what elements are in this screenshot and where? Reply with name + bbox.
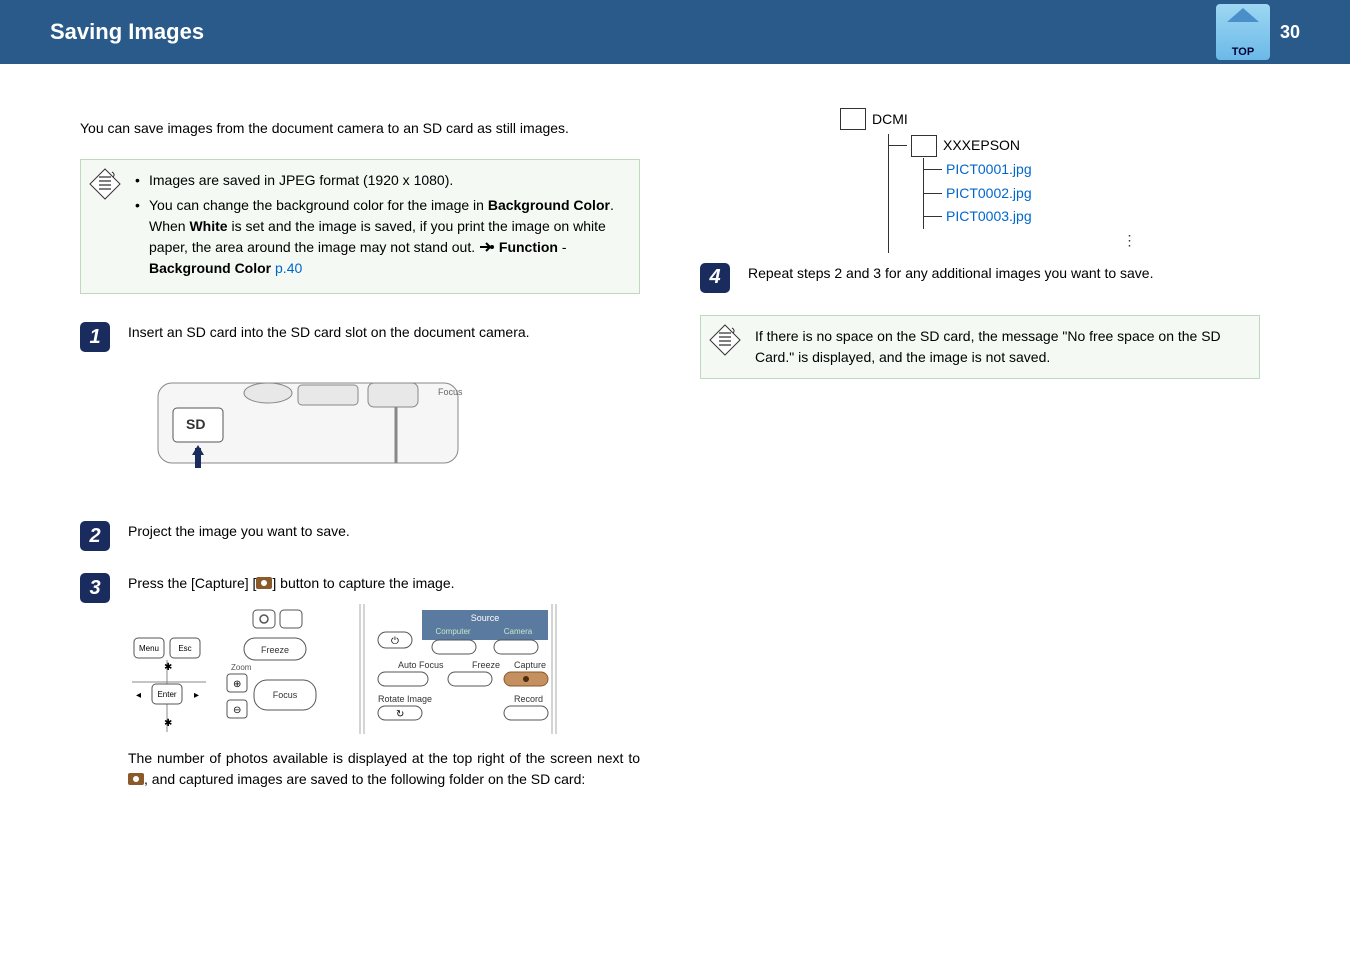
content: You can save images from the document ca… [0,64,1350,866]
svg-text:✱: ✱ [164,662,172,673]
freeze-label-r: Freeze [472,660,500,670]
note1-b1-text: Images are saved in JPEG format (1920 x … [149,172,453,188]
source-label: Source [471,613,500,623]
autofocus-label: Auto Focus [398,660,444,670]
step-1-body: Insert an SD card into the SD card slot … [128,322,640,499]
s3-tb: ] button to capture the image. [272,575,454,591]
step-1: 1 Insert an SD card into the SD card slo… [80,322,640,499]
camera-label: Camera [504,627,533,636]
step-4-text: Repeat steps 2 and 3 for any additional … [748,263,1260,284]
note1-bullet2: You can change the background color for … [135,195,625,279]
step-3-text: Press the [Capture] [ ] button to capture… [128,573,640,594]
capture-icon-2 [128,773,144,785]
capture-icon [256,577,272,589]
folder-icon [840,108,866,130]
control-panels: Freeze Zoom ⊕ ⊖ Focus Menu Esc [128,604,640,734]
menu-label: Menu [139,644,159,653]
n1-b2-g: - [558,239,567,255]
step-4-num: 4 [700,263,730,293]
file-3[interactable]: PICT0003.jpg [924,205,1260,229]
left-column: You can save images from the document ca… [80,104,640,826]
computer-label: Computer [435,627,470,636]
svg-text:✱: ✱ [164,718,172,729]
step-2-num: 2 [80,521,110,551]
svg-text:SD: SD [186,416,205,432]
folder-ellipsis: ⋮ [1001,229,1260,253]
step-2-body: Project the image you want to save. [128,521,640,551]
zoom-label: Zoom [231,663,252,672]
step-3-body: Press the [Capture] [ ] button to capture… [128,573,640,804]
step-3: 3 Press the [Capture] [ ] button to captu… [80,573,640,804]
n1-b2-a: You can change the background color for … [149,197,488,213]
note-icon [89,168,121,200]
top-label: TOP [1232,46,1254,58]
note-box-tips: Images are saved in JPEG format (1920 x … [80,159,640,294]
s3-ab: , and captured images are saved to the f… [144,771,585,787]
focus-label: Focus [273,690,298,700]
step-4: 4 Repeat steps 2 and 3 for any additiona… [700,263,1260,293]
step-3-num: 3 [80,573,110,603]
camera-illustration: SD Focus [128,353,640,499]
right-column: DCMI XXXEPSON PICT0001.jpg PICT0002.jpg … [700,104,1260,826]
n1-b2-f: Function [499,239,558,255]
s3-ta: Press the [Capture] [ [128,575,256,591]
intro-text: You can save images from the document ca… [80,118,640,139]
note1-bullet1: Images are saved in JPEG format (1920 x … [135,170,625,191]
control-panel-left: Freeze Zoom ⊕ ⊖ Focus Menu Esc [128,604,328,734]
header-bar: Saving Images TOP 30 [0,0,1350,64]
s3-aa: The number of photos available is displa… [128,750,640,766]
capture-label: Capture [514,660,546,670]
page-title: Saving Images [50,19,204,45]
folder-sub: XXXEPSON PICT0001.jpg PICT0002.jpg PICT0… [889,134,1260,253]
svg-text:⏻: ⏻ [391,636,399,647]
note-box-warning: If there is no space on the SD card, the… [700,315,1260,379]
folder-icon [911,135,937,157]
n1-b2-d: White [189,218,227,234]
n1-b2-h: Background Color [149,260,271,276]
n1-b2-b: Background Color [488,197,610,213]
svg-text:◂: ◂ [136,690,141,701]
step-3-after: The number of photos available is displa… [128,748,640,790]
enter-label: Enter [157,690,176,699]
note-icon [709,324,741,356]
top-home-icon[interactable]: TOP [1216,4,1270,60]
step-1-text: Insert an SD card into the SD card slot … [128,322,640,343]
step-2: 2 Project the image you want to save. [80,521,640,551]
svg-text:▸: ▸ [194,690,199,701]
freeze-label: Freeze [261,645,289,655]
file-1[interactable]: PICT0001.jpg [924,158,1260,182]
svg-text:⊕: ⊕ [233,679,241,690]
step-4-body: Repeat steps 2 and 3 for any additional … [748,263,1260,293]
control-panel-right: Source Computer Camera ⏻ Auto Focus Free… [358,604,558,734]
folder-root-label: DCMI [872,111,908,127]
svg-text:⊖: ⊖ [233,705,241,716]
file-2[interactable]: PICT0002.jpg [924,182,1260,206]
header-right: TOP 30 [1216,4,1300,60]
step-1-num: 1 [80,322,110,352]
step-2-text: Project the image you want to save. [128,521,640,542]
folder-root: DCMI [840,108,1260,130]
svg-text:↻: ↻ [396,709,404,720]
page-ref-link[interactable]: p.40 [275,260,302,276]
folder-diagram: DCMI XXXEPSON PICT0001.jpg PICT0002.jpg … [700,108,1260,253]
rotate-label: Rotate Image [378,694,432,704]
esc-label: Esc [178,644,191,653]
svg-text:Focus: Focus [438,387,463,397]
pointer-icon [479,239,495,253]
record-label: Record [514,694,543,704]
note2-text: If there is no space on the SD card, the… [755,326,1245,368]
page-number: 30 [1280,22,1300,43]
folder-sub-label: XXXEPSON [943,134,1020,158]
